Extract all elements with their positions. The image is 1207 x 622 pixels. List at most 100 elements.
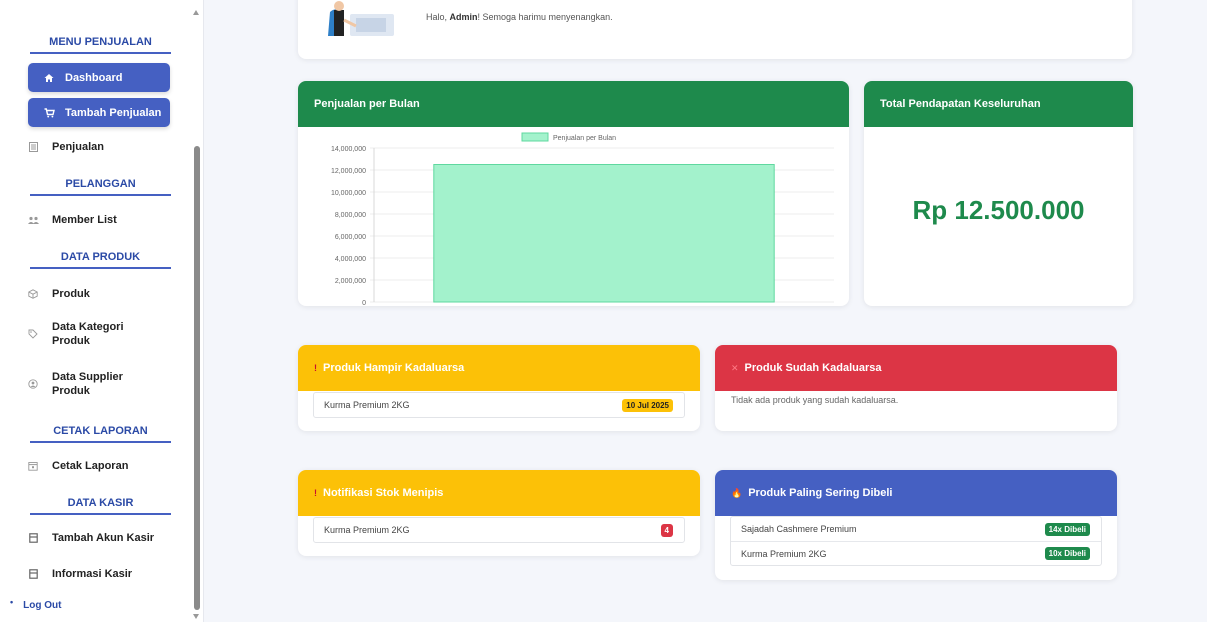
section-menu-penjualan: MENU PENJUALAN [30, 36, 171, 54]
sidebar-item-data-kategori[interactable]: Data Kategori Produk [28, 320, 170, 348]
y-tick-label: 6,000,000 [335, 234, 366, 241]
sidebar-item-label: Produk [52, 335, 90, 347]
list-item[interactable]: Kurma Premium 2KG 4 [314, 518, 684, 542]
warning-icon: ! [314, 488, 317, 498]
sidebar-item-label: Data Kategori [52, 321, 124, 333]
sidebar-item-tambah-penjualan[interactable]: Tambah Penjualan [28, 98, 170, 127]
y-tick-label: 0 [362, 300, 366, 306]
sidebar-item-label: Produk [52, 385, 90, 397]
legend-swatch [521, 132, 549, 142]
chart-bar [433, 164, 775, 303]
sidebar-item-label: Tambah Akun Kasir [52, 532, 155, 544]
sidebar-item-data-supplier[interactable]: Data Supplier Produk [28, 370, 170, 398]
y-tick-label: 10,000,000 [331, 190, 366, 197]
register-icon [26, 531, 40, 545]
fire-icon: 🔥 [731, 487, 743, 498]
sidebar-item-dashboard[interactable]: Dashboard [28, 63, 170, 92]
sidebar-item-member-list[interactable]: Member List [26, 213, 170, 227]
y-tick-label: 8,000,000 [335, 212, 366, 219]
tag-icon [26, 327, 40, 341]
sidebar-item-label: Member List [52, 214, 117, 226]
cart-icon [42, 106, 56, 120]
purchase-count-badge: 10x Dibeli [1044, 547, 1090, 560]
near-expired-list: Kurma Premium 2KG 10 Jul 2025 [313, 392, 685, 418]
low-stock-list: Kurma Premium 2KG 4 [313, 517, 685, 543]
close-icon: ✕ [731, 362, 739, 373]
warning-icon: ! [314, 363, 317, 373]
section-cetak-laporan: CETAK LAPORAN [30, 425, 171, 443]
total-revenue-header: Total Pendapatan Keseluruhan [864, 81, 1133, 127]
stock-count-badge: 4 [660, 523, 673, 537]
low-stock-card: ! Notifikasi Stok Menipis Kurma Premium … [298, 470, 700, 556]
total-revenue-card: Total Pendapatan Keseluruhan Rp 12.500.0… [864, 81, 1133, 306]
y-tick-label: 12,000,000 [331, 168, 366, 175]
total-revenue-value: Rp 12.500.000 [912, 195, 1085, 225]
expired-title: Produk Sudah Kadaluarsa [744, 362, 882, 374]
sidebar-item-label: Data Supplier [52, 371, 123, 383]
sidebar-scrollbar-thumb[interactable] [194, 146, 200, 610]
best-seller-title: Produk Paling Sering Dibeli [748, 487, 893, 499]
sidebar-item-produk[interactable]: Produk [28, 287, 170, 301]
greeting-user: Admin [449, 12, 478, 22]
y-tick-label: 4,000,000 [335, 256, 366, 263]
sidebar-item-informasi-kasir[interactable]: Informasi Kasir [28, 567, 170, 581]
register-icon [26, 567, 40, 581]
product-name: Kurma Premium 2KG [324, 400, 410, 410]
section-data-produk: DATA PRODUK [30, 251, 171, 269]
sidebar-item-label: Dashboard [65, 71, 123, 84]
users-icon [26, 213, 40, 227]
welcome-illustration-icon [328, 1, 394, 36]
y-tick-label: 2,000,000 [335, 278, 366, 285]
expired-card: ✕ Produk Sudah Kadaluarsa Tidak ada prod… [715, 345, 1117, 431]
list-item[interactable]: Kurma Premium 2KG 10x Dibeli [731, 541, 1101, 565]
product-name: Kurma Premium 2KG [741, 548, 827, 559]
list-item[interactable]: Sajadah Cashmere Premium 14x Dibeli [731, 517, 1101, 541]
legend-label: Penjualan per Bulan [553, 135, 616, 142]
sidebar-item-penjualan[interactable]: Penjualan [28, 140, 170, 154]
total-revenue-title: Total Pendapatan Keseluruhan [880, 98, 1041, 110]
sidebar-item-label: Informasi Kasir [52, 568, 133, 580]
sales-bar-chart: 0 2,000,000 4,000,000 6,000,000 8,000,000 10,… [331, 132, 834, 306]
sidebar: MENU PENJUALAN Dashboard Tambah Penjuala… [0, 0, 204, 622]
scroll-down-icon[interactable] [193, 614, 199, 619]
logout-icon: • [10, 596, 14, 607]
sidebar-item-label: Produk [52, 288, 90, 300]
welcome-card: Halo, Admin! Semoga harimu menyenangkan. [298, 0, 1132, 59]
product-name: Kurma Premium 2KG [324, 525, 410, 535]
low-stock-title: Notifikasi Stok Menipis [323, 487, 444, 499]
section-data-kasir: DATA KASIR [30, 497, 171, 515]
welcome-message: Halo, Admin! Semoga harimu menyenangkan. [426, 12, 613, 22]
sidebar-item-cetak-laporan[interactable]: Cetak Laporan [28, 459, 170, 473]
expiry-date-badge: 10 Jul 2025 [622, 398, 673, 412]
best-seller-list: Sajadah Cashmere Premium 14x Dibeli Kurm… [730, 516, 1102, 566]
supplier-icon [26, 377, 40, 391]
logout-label: Log Out [23, 600, 62, 611]
purchase-count-badge: 14x Dibeli [1044, 522, 1090, 536]
sales-chart-card: Penjualan per Bulan 0 2,000,000 4,000,000 6… [298, 81, 849, 306]
greeting-suffix: ! Semoga harimu menyenangkan. [477, 12, 613, 22]
near-expired-header: ! Produk Hampir Kadaluarsa [298, 345, 700, 391]
list-icon [26, 140, 40, 154]
product-name: Sajadah Cashmere Premium [741, 524, 857, 534]
sidebar-item-tambah-akun-kasir[interactable]: Tambah Akun Kasir [28, 531, 170, 545]
expired-header: ✕ Produk Sudah Kadaluarsa [715, 345, 1117, 391]
sales-chart-title: Penjualan per Bulan [314, 98, 420, 110]
sidebar-item-label: Cetak Laporan [52, 460, 129, 472]
y-tick-label: 14,000,000 [331, 146, 366, 153]
box-icon [26, 287, 40, 301]
section-pelanggan: PELANGGAN [30, 178, 171, 196]
near-expired-title: Produk Hampir Kadaluarsa [323, 362, 465, 374]
sidebar-item-label: Penjualan [52, 141, 104, 153]
list-item[interactable]: Kurma Premium 2KG 10 Jul 2025 [314, 393, 684, 417]
sales-chart-header: Penjualan per Bulan [298, 81, 849, 127]
low-stock-header: ! Notifikasi Stok Menipis [298, 470, 700, 516]
calendar-icon [26, 459, 40, 473]
greeting-prefix: Halo, [426, 12, 450, 22]
logout-link[interactable]: • Log Out [10, 596, 62, 612]
sidebar-item-label: Tambah Penjualan [65, 106, 162, 119]
expired-empty-message: Tidak ada produk yang sudah kadaluarsa. [731, 395, 899, 405]
best-seller-card: 🔥 Produk Paling Sering Dibeli Sajadah Ca… [715, 470, 1117, 580]
scroll-up-icon[interactable] [193, 10, 199, 15]
best-seller-header: 🔥 Produk Paling Sering Dibeli [715, 470, 1117, 516]
home-icon [42, 71, 56, 85]
